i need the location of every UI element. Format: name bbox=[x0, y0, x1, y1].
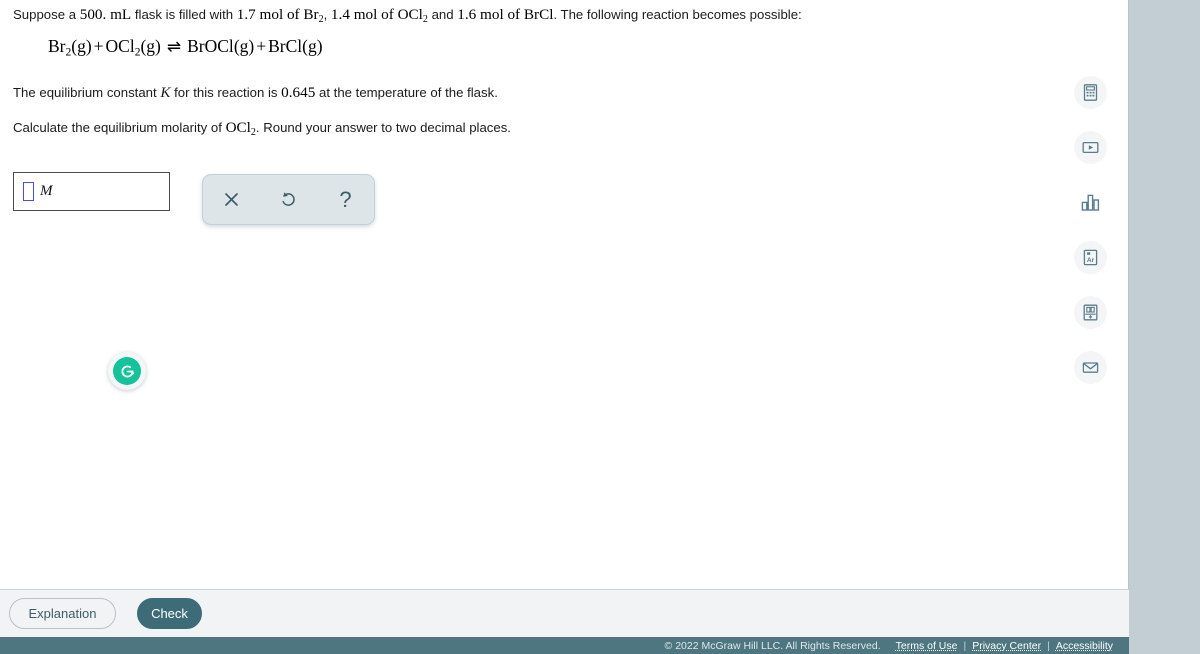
k-line-mid: for this reaction is bbox=[170, 85, 282, 100]
k-symbol: K bbox=[160, 84, 171, 101]
close-icon bbox=[223, 191, 240, 208]
terms-of-use-link[interactable]: Terms of Use bbox=[896, 640, 958, 652]
periodic-table-icon: Ar bbox=[1081, 248, 1100, 267]
equilibrium-arrow-icon: ⇌ bbox=[166, 37, 182, 56]
footer-separator-1: | bbox=[963, 639, 967, 652]
privacy-center-link[interactable]: Privacy Center bbox=[972, 640, 1041, 652]
species-br2-symbol: Br bbox=[303, 6, 319, 23]
question-line: Calculate the equilibrium molarity of OC… bbox=[13, 117, 511, 140]
undo-arrow-icon bbox=[279, 190, 298, 209]
action-bar: Explanation Check bbox=[0, 589, 1129, 637]
equation-reactant-2: OCl2(g) bbox=[105, 36, 161, 58]
periodic-table-icon-button[interactable]: Ar bbox=[1074, 241, 1107, 274]
question-mark-icon: ? bbox=[339, 186, 352, 212]
equation-reactant-1-state: (g) bbox=[71, 36, 92, 56]
grammarly-logo-icon bbox=[113, 357, 141, 385]
footer-separator-2: | bbox=[1047, 639, 1050, 652]
question-prefix: Calculate the equilibrium molarity of bbox=[13, 120, 226, 135]
copyright-text: © 2022 McGraw Hill LLC. All Rights Reser… bbox=[664, 639, 881, 652]
answer-input[interactable]: M bbox=[13, 172, 170, 211]
equation-product-1: BrOCl(g) bbox=[187, 36, 254, 56]
equation-product-1-symbol: BrOCl bbox=[187, 36, 234, 56]
tools-icon-rail: Ar bbox=[1074, 76, 1108, 384]
flask-volume-unit: mL bbox=[106, 6, 132, 23]
k-line-suffix: at the temperature of the flask. bbox=[315, 85, 498, 100]
equation-product-2-state: (g) bbox=[302, 36, 323, 56]
reference-book-icon-button[interactable] bbox=[1074, 296, 1107, 329]
equation-reactant-1: Br2(g) bbox=[48, 36, 92, 58]
intro-prefix-text: Suppose a bbox=[13, 7, 80, 22]
content-panel: Suppose a 500. mL flask is filled with 1… bbox=[0, 0, 1129, 589]
email-icon-button[interactable] bbox=[1074, 351, 1107, 384]
equation-plus-1: + bbox=[93, 36, 104, 56]
equation-product-2-symbol: BrCl bbox=[268, 36, 303, 56]
equation-product-2: BrCl(g) bbox=[268, 36, 322, 56]
answer-tools-toolbar: ? bbox=[202, 174, 375, 225]
intro-mid-text: flask is filled with bbox=[131, 7, 237, 22]
answer-placeholder-box[interactable] bbox=[23, 182, 34, 201]
amount-br2-value: 1.7 bbox=[236, 6, 256, 23]
video-player-icon-button[interactable] bbox=[1074, 131, 1107, 164]
k-value: 0.645 bbox=[281, 84, 316, 101]
problem-intro-line: Suppose a 500. mL flask is filled with 1… bbox=[13, 4, 802, 27]
equation-plus-2: + bbox=[256, 36, 267, 56]
amount-brcl-value: 1.6 bbox=[457, 6, 477, 23]
footer: © 2022 McGraw Hill LLC. All Rights Reser… bbox=[0, 637, 1129, 654]
chemical-equation: Br2(g) + OCl2(g) ⇌ BrOCl(g) + BrCl(g) bbox=[48, 36, 323, 58]
explanation-button[interactable]: Explanation bbox=[9, 598, 116, 629]
species-brcl: BrCl bbox=[523, 6, 554, 23]
mol-label-2: mol of bbox=[349, 6, 398, 23]
bar-chart-icon-button[interactable] bbox=[1074, 186, 1107, 219]
intro-suffix-text: . The following reaction becomes possibl… bbox=[553, 7, 802, 22]
check-button[interactable]: Check bbox=[137, 598, 202, 629]
flask-volume-value: 500. bbox=[79, 6, 107, 23]
question-suffix: . Round your answer to two decimal place… bbox=[255, 120, 511, 135]
accessibility-link[interactable]: Accessibility bbox=[1056, 640, 1113, 652]
mol-label-3: mol of bbox=[476, 6, 524, 23]
amount-ocl2-value: 1.4 bbox=[330, 6, 350, 23]
equation-reactant-2-state: (g) bbox=[140, 36, 161, 56]
equilibrium-constant-line: The equilibrium constant K for this reac… bbox=[13, 82, 498, 104]
calculator-icon-button[interactable] bbox=[1074, 76, 1107, 109]
species-ocl2: OCl2 bbox=[397, 6, 428, 25]
k-line-prefix: The equilibrium constant bbox=[13, 85, 161, 100]
calculator-icon bbox=[1081, 83, 1100, 102]
question-species-symbol: OCl bbox=[225, 119, 251, 136]
mol-label-1: mol of bbox=[255, 6, 304, 23]
conjunction-and: and bbox=[427, 7, 458, 22]
email-icon bbox=[1081, 358, 1100, 377]
clear-button[interactable] bbox=[215, 183, 249, 217]
species-br2: Br2 bbox=[303, 6, 323, 25]
equation-product-1-state: (g) bbox=[233, 36, 255, 56]
svg-text:Ar: Ar bbox=[1087, 257, 1095, 264]
equation-reactant-1-symbol: Br bbox=[48, 36, 66, 56]
exercise-page: Suppose a 500. mL flask is filled with 1… bbox=[0, 0, 1200, 654]
reference-book-icon bbox=[1081, 303, 1100, 322]
video-player-icon bbox=[1081, 138, 1100, 157]
answer-unit-label: M bbox=[40, 183, 53, 199]
equation-reactant-2-symbol: OCl bbox=[105, 36, 135, 56]
question-species-ocl2: OCl2 bbox=[225, 119, 256, 138]
undo-button[interactable] bbox=[272, 183, 306, 217]
answer-row: M ? bbox=[13, 172, 375, 225]
bar-chart-icon bbox=[1080, 192, 1101, 213]
help-button[interactable]: ? bbox=[329, 183, 363, 217]
grammarly-badge[interactable] bbox=[108, 352, 146, 390]
species-ocl2-symbol: OCl bbox=[397, 6, 423, 23]
comma-1: , bbox=[323, 7, 331, 22]
